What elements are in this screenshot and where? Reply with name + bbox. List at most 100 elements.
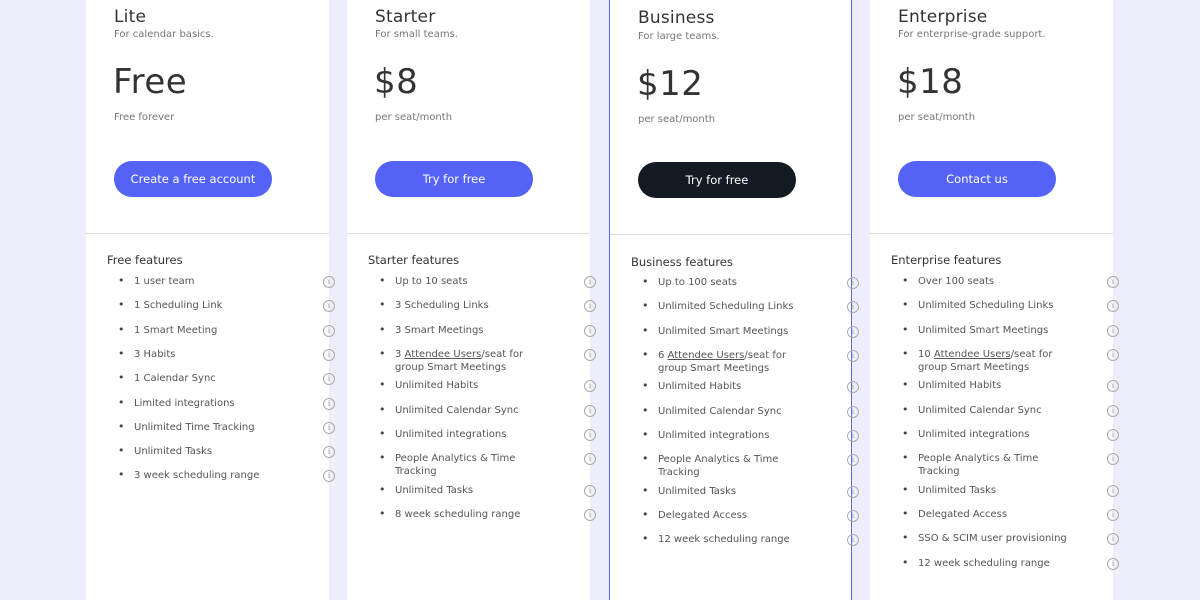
attendee-users-link[interactable]: Attendee Users (668, 350, 745, 361)
bullet-dot: • (379, 427, 386, 440)
info-circle-icon[interactable]: i (1107, 276, 1119, 288)
info-circle-icon[interactable]: i (584, 509, 596, 522)
bullet-dot: • (379, 298, 386, 312)
info-circle-icon[interactable]: i (584, 484, 596, 497)
info-circle-icon[interactable]: i (1107, 300, 1119, 313)
plan-card-business: Business For large teams. $12 per seat/m… (609, 0, 859, 600)
feature-text: 8 week scheduling range (395, 509, 521, 521)
plan-billing: per seat/month (375, 112, 453, 123)
info-circle-icon[interactable]: i (1107, 380, 1119, 393)
feature-text: 6 Attendee Users/seat for group Smart Me… (658, 349, 787, 374)
bullet-dot: • (379, 507, 386, 521)
try-for-free-button[interactable]: Try for free (375, 161, 533, 197)
bullet-dot: • (118, 322, 125, 336)
feature-text: Unlimited Scheduling Links (918, 300, 1054, 312)
bullet-dot: • (118, 371, 125, 385)
feature-text: 3 Smart Meetings (395, 324, 484, 336)
feature-item: • 1 Smart Meeting i (114, 322, 335, 337)
feature-text: Limited integrations (134, 397, 235, 409)
info-circle-icon[interactable]: i (1107, 453, 1119, 466)
feature-item: • People Analytics & Time Tracking i (638, 452, 859, 479)
info-circle-icon[interactable]: i (1107, 484, 1119, 497)
feature-text: 12 week scheduling range (918, 557, 1050, 569)
info-circle-icon[interactable]: i (847, 405, 859, 418)
feature-item: • Unlimited Calendar Sync i (638, 404, 859, 418)
try-for-free-button[interactable]: Try for free (638, 162, 796, 198)
info-circle-icon[interactable]: i (323, 446, 335, 459)
info-circle-icon[interactable]: i (847, 277, 859, 289)
attendee-users-link[interactable]: Attendee Users (405, 349, 482, 360)
info-circle-icon[interactable]: i (847, 301, 859, 314)
info-circle-icon[interactable]: i (323, 324, 335, 337)
feature-item: • Limited integrations i (114, 396, 335, 410)
info-circle-icon[interactable]: i (584, 300, 596, 313)
info-circle-icon[interactable]: i (847, 485, 859, 498)
info-circle-icon[interactable]: i (847, 325, 859, 338)
info-circle-icon[interactable]: i (323, 470, 335, 483)
bullet-dot: • (902, 378, 909, 392)
feature-text: Unlimited Calendar Sync (395, 404, 519, 416)
bullet-dot: • (642, 508, 649, 522)
plan-description: For large teams. (638, 31, 720, 42)
info-circle-icon[interactable]: i (584, 380, 596, 393)
bullet-dot: • (642, 347, 649, 361)
bullet-dot: • (642, 379, 649, 393)
bullet-dot: • (379, 274, 386, 287)
feature-text: Unlimited integrations (918, 429, 1030, 440)
create-free-account-button[interactable]: Create a free account (114, 161, 272, 197)
feature-item: • 1 user team i (114, 274, 335, 288)
plan-price: $18 (897, 62, 964, 102)
info-circle-icon[interactable]: i (847, 381, 859, 394)
feature-text: Delegated Access (918, 509, 1008, 521)
feature-text: 3 Habits (134, 348, 176, 360)
bullet-dot: • (642, 428, 649, 441)
feature-text: 1 Calendar Sync (134, 373, 216, 385)
info-circle-icon[interactable]: i (1107, 557, 1119, 570)
plan-name: Starter (375, 7, 436, 27)
bullet-dot: • (642, 452, 649, 466)
info-circle-icon[interactable]: i (1107, 348, 1119, 361)
info-circle-icon[interactable]: i (1107, 404, 1119, 417)
info-circle-icon[interactable]: i (323, 421, 335, 434)
info-circle-icon[interactable]: i (847, 349, 859, 362)
info-circle-icon[interactable]: i (847, 510, 859, 523)
feature-item: • Unlimited Calendar Sync i (375, 403, 596, 417)
feature-item: • Over 100 seats i (898, 274, 1119, 288)
info-circle-icon[interactable]: i (323, 373, 335, 386)
bullet-dot: • (902, 531, 909, 545)
feature-text: 1 user team (134, 276, 195, 287)
info-circle-icon[interactable]: i (847, 534, 859, 547)
features-title: Free features (107, 253, 183, 267)
feature-text: Delegated Access (658, 510, 748, 522)
info-circle-icon[interactable]: i (584, 404, 596, 417)
info-circle-icon[interactable]: i (584, 453, 596, 466)
contact-us-button[interactable]: Contact us (898, 161, 1056, 197)
attendee-users-link[interactable]: Attendee Users (934, 349, 1011, 360)
info-circle-icon[interactable]: i (1107, 324, 1119, 337)
features-title: Business features (631, 255, 733, 269)
feature-text: Unlimited Tasks (395, 484, 474, 496)
feature-item: • Unlimited Scheduling Links i (898, 298, 1119, 313)
info-circle-icon[interactable]: i (323, 348, 335, 361)
info-circle-icon[interactable]: i (584, 429, 596, 441)
feature-text: Unlimited Tasks (658, 485, 737, 497)
info-circle-icon[interactable]: i (1107, 533, 1119, 546)
features-title: Enterprise features (891, 253, 1002, 267)
info-circle-icon[interactable]: i (584, 276, 596, 288)
info-circle-icon[interactable]: i (323, 397, 335, 410)
feature-text: Up to 100 seats (658, 277, 737, 288)
feature-item: • 3 week scheduling range i (114, 468, 335, 483)
info-circle-icon[interactable]: i (323, 300, 335, 313)
plan-billing: per seat/month (638, 114, 716, 125)
info-circle-icon[interactable]: i (584, 348, 596, 361)
info-circle-icon[interactable]: i (323, 276, 335, 288)
info-circle-icon[interactable]: i (847, 430, 859, 442)
feature-item: • Delegated Access i (638, 508, 859, 523)
feature-text: 10 Attendee Users/seat for group Smart M… (918, 348, 1053, 373)
info-circle-icon[interactable]: i (1107, 509, 1119, 522)
info-circle-icon[interactable]: i (847, 454, 859, 467)
plan-header: Lite For calendar basics. Free Free fore… (86, 0, 329, 234)
info-circle-icon[interactable]: i (1107, 429, 1119, 441)
info-circle-icon[interactable]: i (584, 324, 596, 337)
feature-text: Unlimited integrations (658, 430, 770, 441)
